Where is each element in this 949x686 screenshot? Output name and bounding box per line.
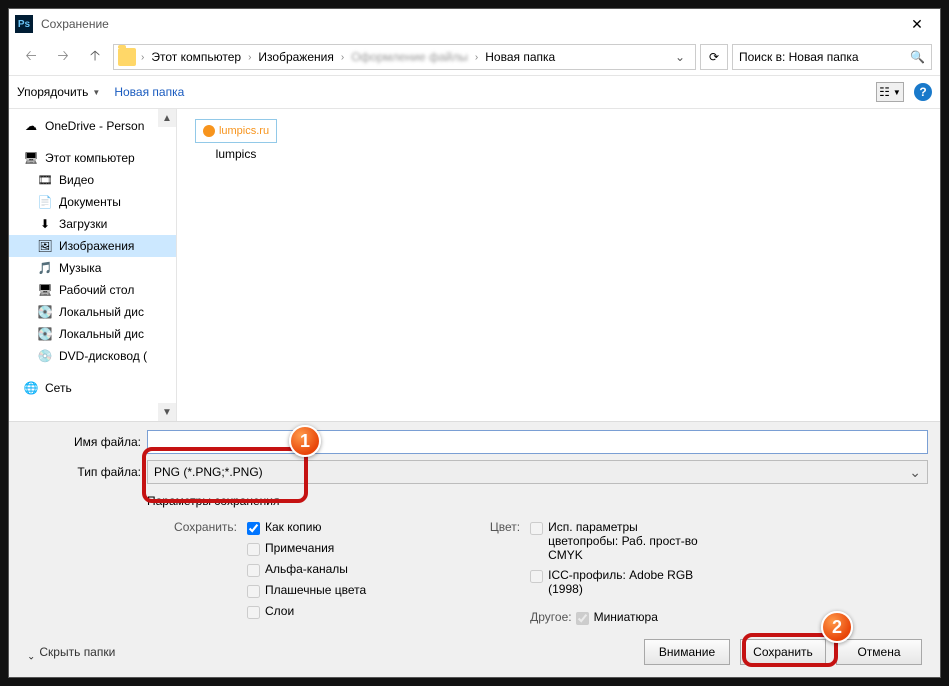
tree-icon: 🎵 — [37, 261, 53, 275]
tree-item[interactable]: ☁OneDrive - Person — [9, 115, 176, 137]
icc-checkbox: ICC-профиль: Adobe RGB (1998) — [530, 568, 700, 596]
tree-icon: 🖥 — [37, 283, 53, 297]
search-input[interactable]: Поиск в: Новая папка 🔍 — [732, 44, 932, 70]
filename-label: Имя файла: — [21, 435, 147, 449]
tree-icon: 💿 — [37, 349, 53, 363]
tree-item[interactable]: 🖥Рабочий стол — [9, 279, 176, 301]
address-bar: 🡠 🡢 🡡 › Этот компьютер › Изображения › О… — [9, 39, 940, 75]
tree-icon: ⬇ — [37, 217, 53, 231]
tree-item[interactable]: ⬇Загрузки — [9, 213, 176, 235]
new-folder-button[interactable]: Новая папка — [114, 85, 184, 99]
forward-button: 🡢 — [49, 43, 77, 71]
tree-item[interactable]: 💿DVD-дисковод ( — [9, 345, 176, 367]
view-mode-button[interactable]: ☷▼ — [876, 82, 904, 102]
tree-item[interactable]: 🖼Изображения — [9, 235, 176, 257]
back-button[interactable]: 🡠 — [17, 43, 45, 71]
spot-checkbox: Плашечные цвета — [247, 583, 366, 598]
chevron-right-icon: › — [138, 52, 147, 63]
file-label: lumpics — [191, 147, 281, 161]
crumb-newfolder[interactable]: Новая папка — [483, 50, 557, 64]
save-button[interactable]: Сохранить — [740, 639, 826, 665]
tree-icon: 🌐 — [23, 381, 39, 395]
scroll-up-icon[interactable]: ▲ — [158, 109, 176, 127]
file-thumbnail: lumpics.ru — [195, 119, 277, 143]
hide-folders-toggle[interactable]: Скрыть папки — [27, 645, 115, 659]
tree-icon: ☁ — [23, 119, 39, 133]
save-dialog: Ps Сохранение ✕ 🡠 🡢 🡡 › Этот компьютер ›… — [8, 8, 941, 678]
folder-tree: ▲ ▼ ☁OneDrive - Person 🖥Этот компьютер🎞Ви… — [9, 109, 177, 421]
tree-item[interactable]: 🌐Сеть — [9, 377, 176, 399]
tree-item[interactable]: 📄Документы — [9, 191, 176, 213]
notes-checkbox: Примечания — [247, 541, 366, 556]
chevron-down-icon[interactable]: ⌄ — [669, 50, 691, 64]
crumb-images[interactable]: Изображения — [256, 50, 335, 64]
save-options-label: Сохранить: — [161, 520, 243, 625]
file-pane[interactable]: lumpics.ru lumpics — [177, 109, 940, 421]
tree-icon: 🖥 — [23, 151, 39, 165]
tree-item[interactable]: 💽Локальный дис — [9, 323, 176, 345]
path-bar[interactable]: › Этот компьютер › Изображения › Оформле… — [113, 44, 696, 70]
titlebar: Ps Сохранение ✕ — [9, 9, 940, 39]
filename-input[interactable] — [147, 430, 928, 454]
refresh-button[interactable]: ⟳ — [700, 44, 728, 70]
folder-icon — [118, 48, 136, 66]
tree-icon: 🎞 — [37, 173, 53, 187]
layers-checkbox: Слои — [247, 604, 366, 619]
proof-checkbox: Исп. параметры цветопробы: Раб. прост-во… — [530, 520, 700, 562]
tree-item[interactable]: 🎵Музыка — [9, 257, 176, 279]
other-label: Другое: — [530, 610, 571, 625]
close-icon[interactable]: ✕ — [894, 9, 940, 39]
as-copy-checkbox[interactable]: Как копию — [247, 520, 366, 535]
help-icon[interactable]: ? — [914, 83, 932, 101]
filetype-label: Тип файла: — [21, 465, 147, 479]
toolbar: Упорядочить▼ Новая папка ☷▼ ? — [9, 75, 940, 109]
thumbnail-checkbox: Миниатюра — [576, 610, 658, 625]
warning-button[interactable]: Внимание — [644, 639, 730, 665]
app-icon: Ps — [15, 15, 33, 33]
save-params-label: Параметры сохранения — [147, 494, 279, 508]
scroll-down-icon[interactable]: ▼ — [158, 403, 176, 421]
organize-menu[interactable]: Упорядочить▼ — [17, 85, 100, 99]
chevron-right-icon: › — [338, 52, 347, 63]
tree-icon: 🖼 — [37, 239, 53, 253]
window-title: Сохранение — [41, 17, 109, 31]
tree-item[interactable]: 🎞Видео — [9, 169, 176, 191]
tree-icon: 💽 — [37, 305, 53, 319]
crumb-computer[interactable]: Этот компьютер — [149, 50, 243, 64]
chevron-right-icon: › — [472, 52, 481, 63]
file-item[interactable]: lumpics.ru lumpics — [191, 119, 281, 161]
crumb-blurred[interactable]: Оформление файлы — [349, 50, 470, 64]
bottom-panel: Имя файла: Тип файла: PNG (*.PNG;*.PNG) … — [9, 421, 940, 677]
alpha-checkbox: Альфа-каналы — [247, 562, 366, 577]
tree-icon: 📄 — [37, 195, 53, 209]
filetype-combo[interactable]: PNG (*.PNG;*.PNG) — [147, 460, 928, 484]
search-icon: 🔍 — [910, 50, 925, 64]
color-label: Цвет: — [444, 520, 526, 625]
up-button[interactable]: 🡡 — [81, 43, 109, 71]
cancel-button[interactable]: Отмена — [836, 639, 922, 665]
tree-item[interactable]: 💽Локальный дис — [9, 301, 176, 323]
tree-icon: 💽 — [37, 327, 53, 341]
chevron-right-icon: › — [245, 52, 254, 63]
tree-item[interactable]: 🖥Этот компьютер — [9, 147, 176, 169]
